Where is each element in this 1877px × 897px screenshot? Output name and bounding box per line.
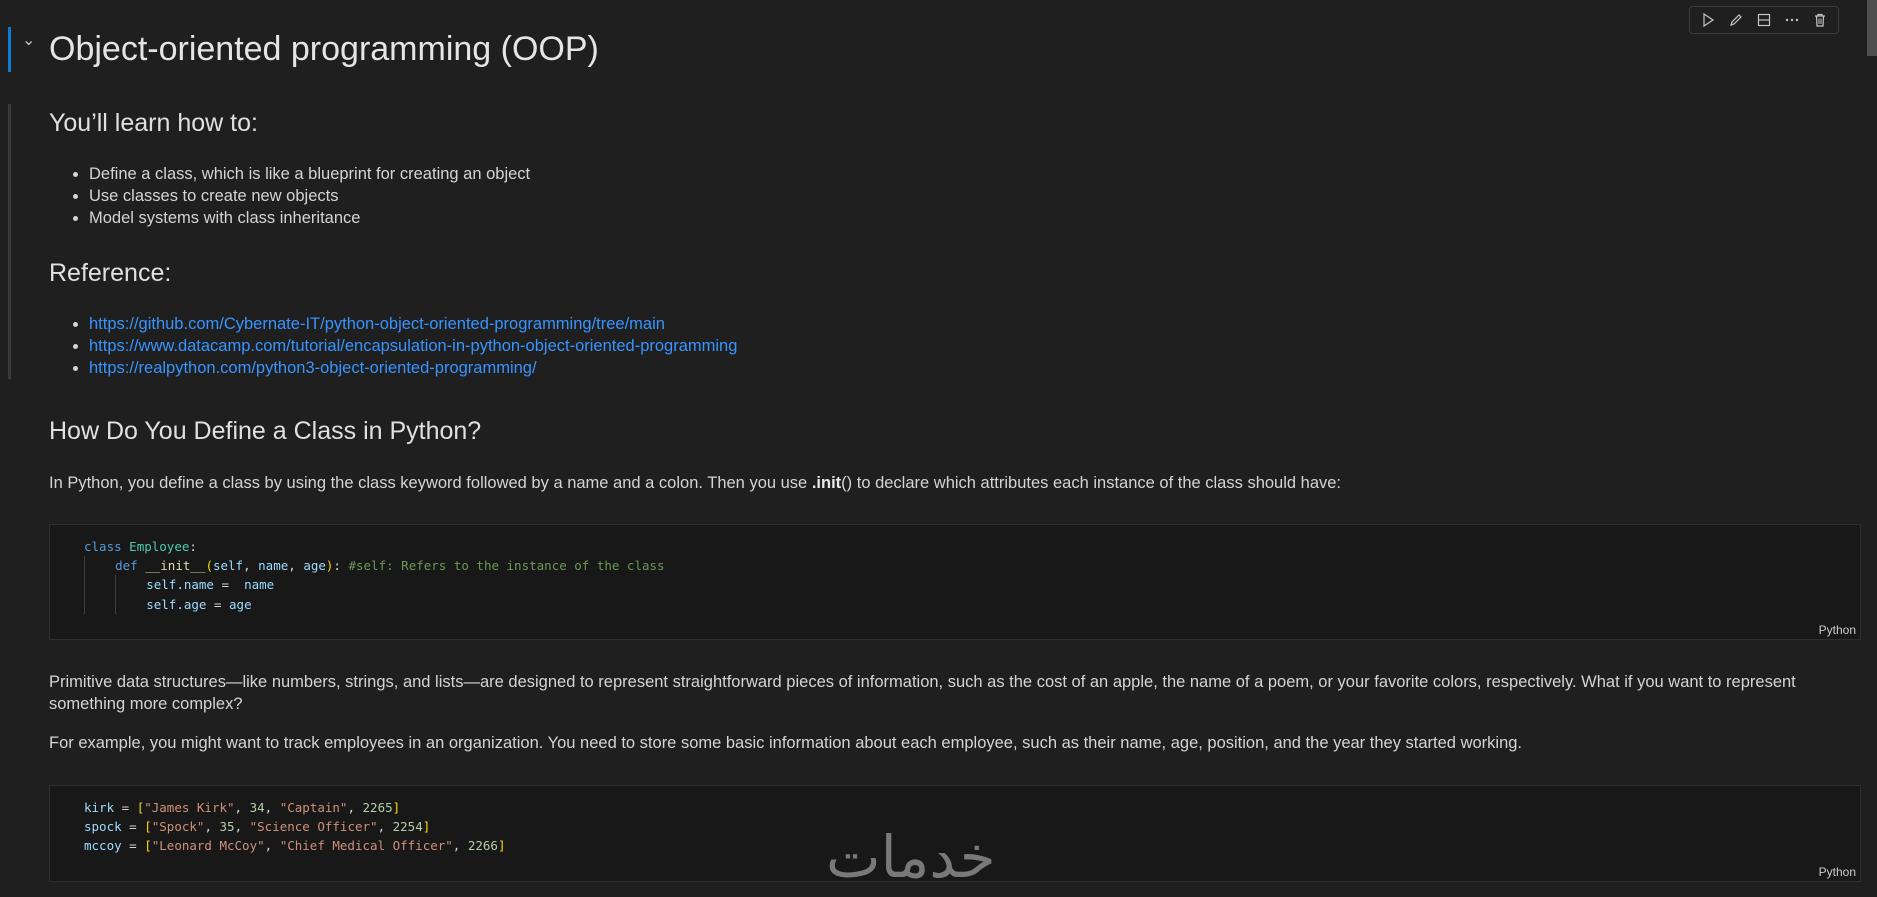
code-token: 2254 bbox=[392, 819, 423, 835]
reference-link[interactable]: https://www.datacamp.com/tutorial/encaps… bbox=[89, 337, 737, 355]
more-actions-button[interactable] bbox=[1782, 10, 1802, 30]
watermark-logo: خدمات bbox=[826, 823, 996, 891]
code-text: class Employee: def __init__(self, name,… bbox=[84, 537, 665, 614]
page-title: Object-oriented programming (OOP) bbox=[49, 30, 599, 68]
delete-cell-button[interactable] bbox=[1810, 10, 1830, 30]
reference-link[interactable]: https://realpython.com/python3-object-or… bbox=[89, 359, 537, 377]
code-token: 35 bbox=[219, 819, 235, 835]
cell-focus-indicator bbox=[8, 27, 11, 72]
paragraph-text: () to declare which attributes each inst… bbox=[841, 474, 1342, 492]
reference-list: https://github.com/Cybernate-IT/python-o… bbox=[49, 313, 737, 379]
code-token: name bbox=[183, 577, 214, 593]
code-token: def bbox=[115, 558, 138, 574]
define-class-paragraph: In Python, you define a class by using t… bbox=[49, 472, 1849, 494]
code-token: 2266 bbox=[467, 838, 498, 854]
list-item: https://github.com/Cybernate-IT/python-o… bbox=[89, 313, 737, 335]
code-token: self bbox=[212, 558, 244, 574]
code-token: name bbox=[244, 577, 275, 593]
trash-icon bbox=[1815, 13, 1825, 27]
code-token: "Spock" bbox=[151, 819, 205, 835]
edit-cell-button[interactable] bbox=[1726, 10, 1746, 30]
code-token: mccoy bbox=[84, 838, 122, 854]
language-label[interactable]: Python bbox=[1819, 865, 1856, 879]
code-token: class bbox=[84, 539, 122, 554]
paragraph-text: In Python, you define a class by using t… bbox=[49, 474, 812, 492]
code-token: kirk bbox=[84, 800, 115, 815]
code-token: "Captain" bbox=[279, 800, 348, 815]
code-token: : bbox=[189, 539, 197, 554]
code-token: name bbox=[258, 558, 289, 574]
code-token: self bbox=[146, 577, 177, 593]
play-icon bbox=[1703, 12, 1715, 28]
code-comment: #self: Refers to the instance of the cla… bbox=[348, 558, 665, 574]
learn-heading: You’ll learn how to: bbox=[49, 109, 258, 137]
paragraph-bold: .init bbox=[811, 474, 842, 492]
cell-output-bar bbox=[8, 104, 11, 379]
scrollbar-thumb[interactable] bbox=[1867, 0, 1877, 56]
collapse-chevron-icon[interactable]: ⌄ bbox=[22, 33, 35, 49]
reference-heading: Reference: bbox=[49, 259, 172, 287]
example-paragraph: For example, you might want to track emp… bbox=[49, 734, 1523, 752]
ellipsis-icon bbox=[1785, 18, 1799, 22]
code-text: kirk = ["James Kirk", 34, "Captain", 226… bbox=[84, 800, 506, 854]
pencil-icon bbox=[1730, 14, 1742, 26]
reference-link[interactable]: https://github.com/Cybernate-IT/python-o… bbox=[89, 315, 665, 333]
code-token: spock bbox=[84, 819, 122, 835]
run-cell-button[interactable] bbox=[1698, 10, 1718, 30]
learn-list: Define a class, which is like a blueprin… bbox=[49, 163, 530, 229]
code-token: "James Kirk" bbox=[144, 800, 235, 815]
code-token: age bbox=[229, 596, 252, 612]
list-item: Define a class, which is like a blueprin… bbox=[89, 163, 530, 185]
define-class-heading: How Do You Define a Class in Python? bbox=[49, 417, 482, 445]
cell-toolbar bbox=[1689, 6, 1839, 34]
code-token: 34 bbox=[249, 800, 265, 815]
code-token: "Science Officer" bbox=[249, 819, 378, 835]
code-token: 2265 bbox=[362, 800, 393, 815]
code-token: age bbox=[303, 558, 326, 574]
list-item: Use classes to create new objects bbox=[89, 185, 530, 207]
code-token: __init__ bbox=[145, 558, 206, 574]
split-icon bbox=[1757, 13, 1771, 27]
code-token: Employee bbox=[129, 539, 190, 554]
list-item: https://realpython.com/python3-object-or… bbox=[89, 357, 737, 379]
language-label[interactable]: Python bbox=[1819, 623, 1856, 637]
primitive-paragraph: Primitive data structures—like numbers, … bbox=[49, 673, 1796, 713]
split-cell-button[interactable] bbox=[1754, 10, 1774, 30]
code-block-class-definition[interactable]: class Employee: def __init__(self, name,… bbox=[49, 524, 1861, 640]
list-item: Model systems with class inheritance bbox=[89, 207, 530, 229]
code-token: age bbox=[183, 596, 207, 612]
code-token: self bbox=[146, 596, 177, 612]
code-token: "Leonard McCoy" bbox=[151, 838, 265, 854]
code-token: "Chief Medical Officer" bbox=[279, 838, 453, 854]
list-item: https://www.datacamp.com/tutorial/encaps… bbox=[89, 335, 737, 357]
